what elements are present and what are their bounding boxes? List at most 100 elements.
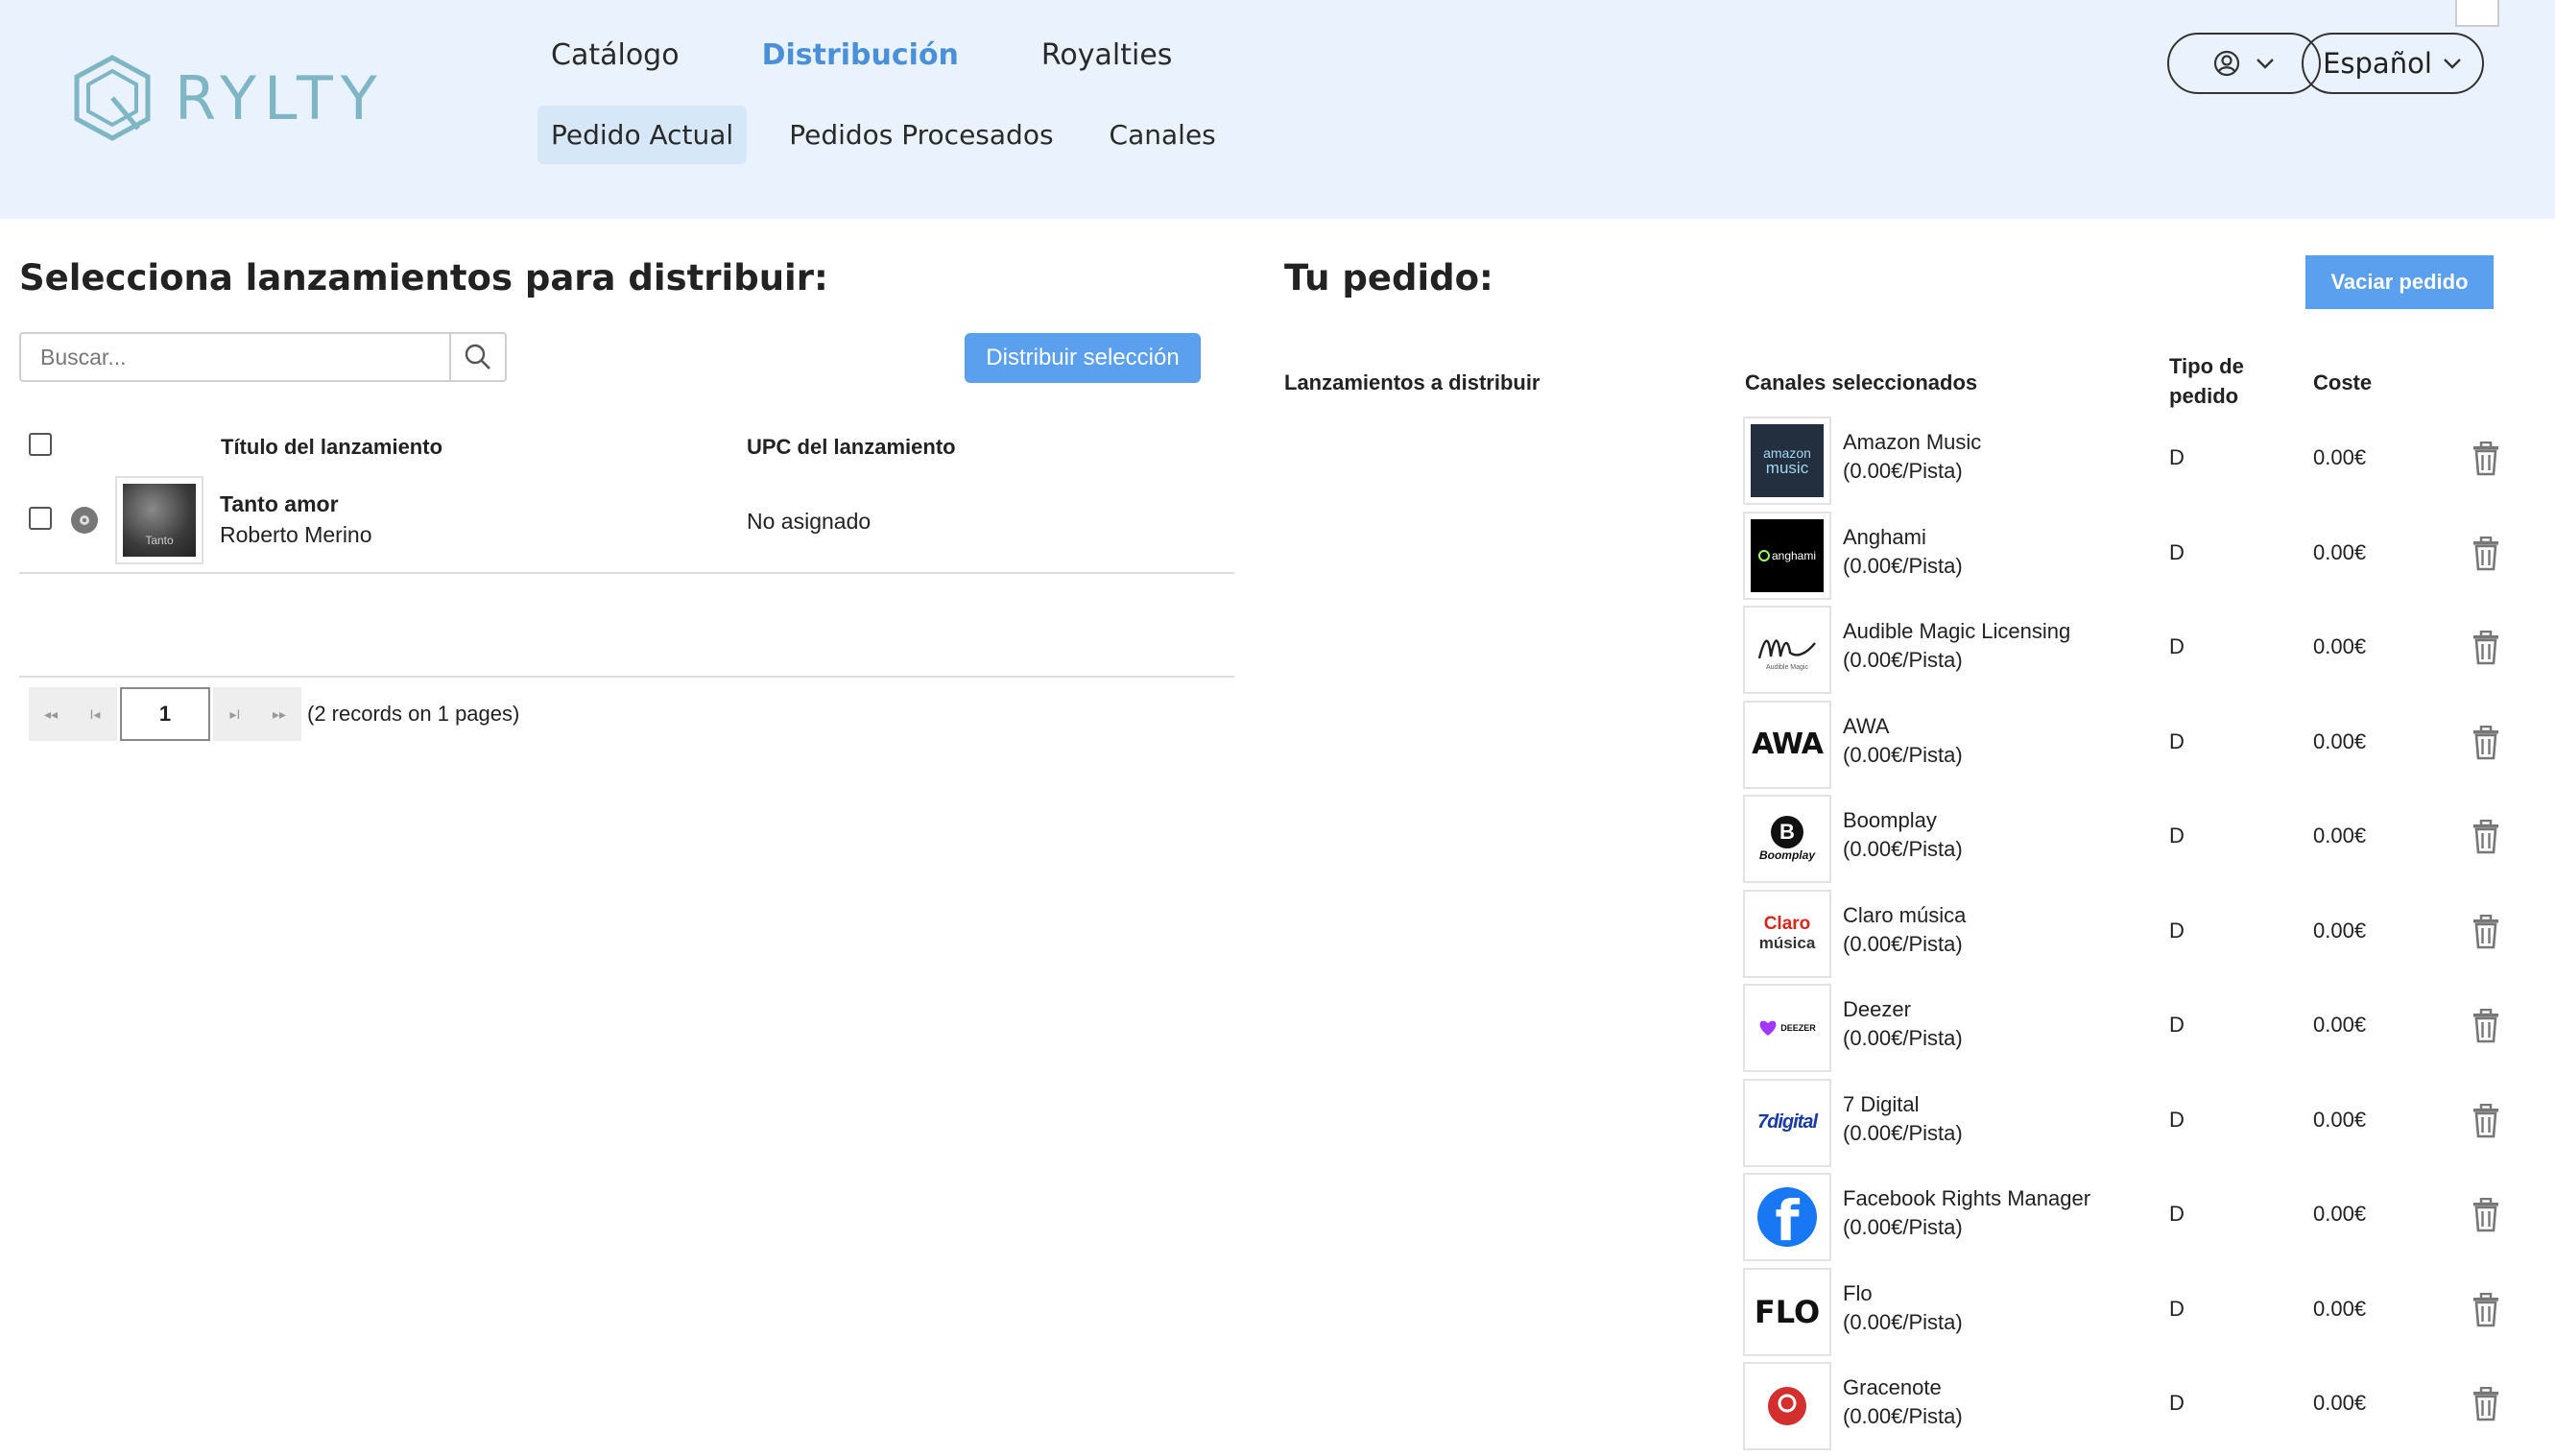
channel-name: Deezer	[1843, 997, 1911, 1021]
channel-name: Amazon Music	[1843, 430, 1982, 454]
nav-distribucion[interactable]: Distribución	[749, 35, 972, 76]
page-number-input[interactable]: 1	[120, 687, 210, 741]
trash-icon[interactable]	[2471, 630, 2501, 665]
release-upc: No asignado	[747, 509, 872, 534]
channel-name: AWA	[1843, 713, 1890, 738]
prev-page-button[interactable]: I◂	[73, 687, 117, 741]
brand-name: RYLTY	[175, 62, 385, 133]
channel-cost: 0.00€	[2313, 445, 2367, 469]
select-all-checkbox[interactable]	[29, 433, 52, 456]
column-cost-header: Coste	[2313, 370, 2373, 394]
pager-divider	[19, 676, 1234, 678]
rylty-logo-icon	[74, 55, 151, 141]
nav-catalogo[interactable]: Catálogo	[537, 35, 693, 76]
disc-icon	[71, 507, 98, 534]
distribute-selection-button[interactable]: Distribuir selección	[965, 333, 1201, 383]
trash-icon[interactable]	[2471, 1292, 2501, 1327]
channel-price: (0.00€/Pista)	[1843, 1309, 1963, 1334]
first-page-button[interactable]: ◂◂	[29, 687, 73, 741]
audible-magic-logo: Audible Magic	[1743, 606, 1831, 694]
trash-icon[interactable]	[2471, 536, 2501, 571]
channel-cost: 0.00€	[2313, 634, 2367, 658]
language-selector[interactable]: Español	[2302, 33, 2484, 94]
subnav-pedidos-procesados[interactable]: Pedidos Procesados	[776, 106, 1066, 164]
pagination-info: (2 records on 1 pages)	[307, 702, 520, 726]
channel-name: Audible Magic Licensing	[1843, 619, 2071, 643]
logo-text: Claro	[1763, 913, 1811, 934]
channel-row: anghami Anghami (0.00€/Pista) D 0.00€	[1743, 511, 2511, 606]
order-type: D	[2169, 823, 2185, 847]
channel-price: (0.00€/Pista)	[1843, 742, 1963, 767]
logo-text: AWA	[1752, 728, 1824, 761]
boomplay-logo: B Boomplay	[1743, 795, 1831, 883]
channel-price: (0.00€/Pista)	[1843, 1120, 1963, 1145]
main-nav: Catálogo Distribución Royalties	[537, 35, 1241, 76]
subnav-pedido-actual[interactable]: Pedido Actual	[537, 106, 748, 164]
channel-row: Gracenote (0.00€/Pista) D 0.00€	[1743, 1362, 2511, 1456]
search-input[interactable]	[21, 334, 449, 380]
table-row[interactable]: Tanto Tanto amor Roberto Merino No asign…	[19, 474, 1234, 574]
search-button[interactable]	[449, 334, 505, 380]
release-cover: Tanto	[115, 476, 203, 564]
trash-icon[interactable]	[2471, 914, 2501, 949]
order-type: D	[2169, 1391, 2185, 1415]
subnav-canales[interactable]: Canales	[1096, 106, 1230, 164]
column-type-header-line1: Tipo de	[2169, 354, 2244, 378]
channel-name: Facebook Rights Manager	[1843, 1186, 2091, 1210]
channel-name: Boomplay	[1843, 808, 1937, 832]
column-releases-header: Lanzamientos a distribuir	[1284, 370, 1540, 394]
pagination: ◂◂ I◂ 1 ▸I ▸▸ (2 records on 1 pages)	[29, 687, 519, 741]
logo-text: f	[1775, 1188, 1800, 1247]
logo-text: B	[1770, 816, 1803, 848]
channel-cost: 0.00€	[2313, 918, 2367, 943]
order-type: D	[2169, 634, 2185, 658]
row-checkbox[interactable]	[29, 507, 52, 530]
channel-cost: 0.00€	[2313, 1107, 2367, 1132]
order-type: D	[2169, 539, 2185, 564]
trash-icon[interactable]	[2471, 1103, 2501, 1138]
trash-icon[interactable]	[2471, 1197, 2501, 1232]
releases-section-title: Selecciona lanzamientos para distribuir:	[19, 257, 828, 298]
flo-logo: FLO	[1743, 1267, 1831, 1356]
order-type: D	[2169, 1202, 2185, 1226]
trash-icon[interactable]	[2471, 1008, 2501, 1043]
channel-cost: 0.00€	[2313, 823, 2367, 847]
corner-widget[interactable]	[2455, 0, 2499, 27]
trash-icon[interactable]	[2471, 441, 2501, 476]
search-icon	[465, 344, 490, 370]
anghami-logo: anghami	[1743, 511, 1831, 600]
channel-price: (0.00€/Pista)	[1843, 1215, 1963, 1239]
next-page-button[interactable]: ▸I	[213, 687, 257, 741]
channel-cost: 0.00€	[2313, 1013, 2367, 1037]
logo-text: anghami	[1771, 548, 1817, 562]
trash-icon[interactable]	[2471, 1386, 2501, 1421]
clear-order-button[interactable]: Vaciar pedido	[2305, 255, 2494, 309]
release-artist: Roberto Merino	[220, 522, 372, 547]
channel-price: (0.00€/Pista)	[1843, 837, 1963, 861]
channel-cost: 0.00€	[2313, 728, 2367, 753]
channel-name: Gracenote	[1843, 1375, 1942, 1399]
channel-price: (0.00€/Pista)	[1843, 459, 1963, 483]
rylty-logo[interactable]: RYLTY	[71, 54, 385, 142]
column-upc-header: UPC del lanzamiento	[747, 435, 956, 459]
channel-price: (0.00€/Pista)	[1843, 1026, 1963, 1050]
logo-text: Boomplay	[1758, 848, 1815, 862]
channel-name: Claro música	[1843, 902, 1967, 927]
last-page-button[interactable]: ▸▸	[257, 687, 301, 741]
nav-royalties[interactable]: Royalties	[1028, 35, 1186, 76]
facebook-logo: f	[1743, 1173, 1831, 1261]
channel-price: (0.00€/Pista)	[1843, 1404, 1963, 1428]
logo-text: DEEZER	[1780, 1023, 1816, 1033]
gracenote-logo	[1743, 1362, 1831, 1450]
channel-row: f Facebook Rights Manager (0.00€/Pista) D 0.…	[1743, 1173, 2511, 1267]
order-section-title: Tu pedido:	[1284, 257, 1493, 298]
chevron-down-icon	[2444, 59, 2461, 69]
deezer-logo: DEEZER	[1743, 984, 1831, 1072]
user-menu-button[interactable]	[2167, 33, 2321, 94]
channel-name: Anghami	[1843, 524, 1926, 549]
order-type: D	[2169, 1013, 2185, 1037]
channel-row: Claro música Claro música (0.00€/Pista) D 0.0…	[1743, 889, 2511, 984]
trash-icon[interactable]	[2471, 819, 2501, 854]
order-type: D	[2169, 918, 2185, 943]
trash-icon[interactable]	[2471, 725, 2501, 760]
